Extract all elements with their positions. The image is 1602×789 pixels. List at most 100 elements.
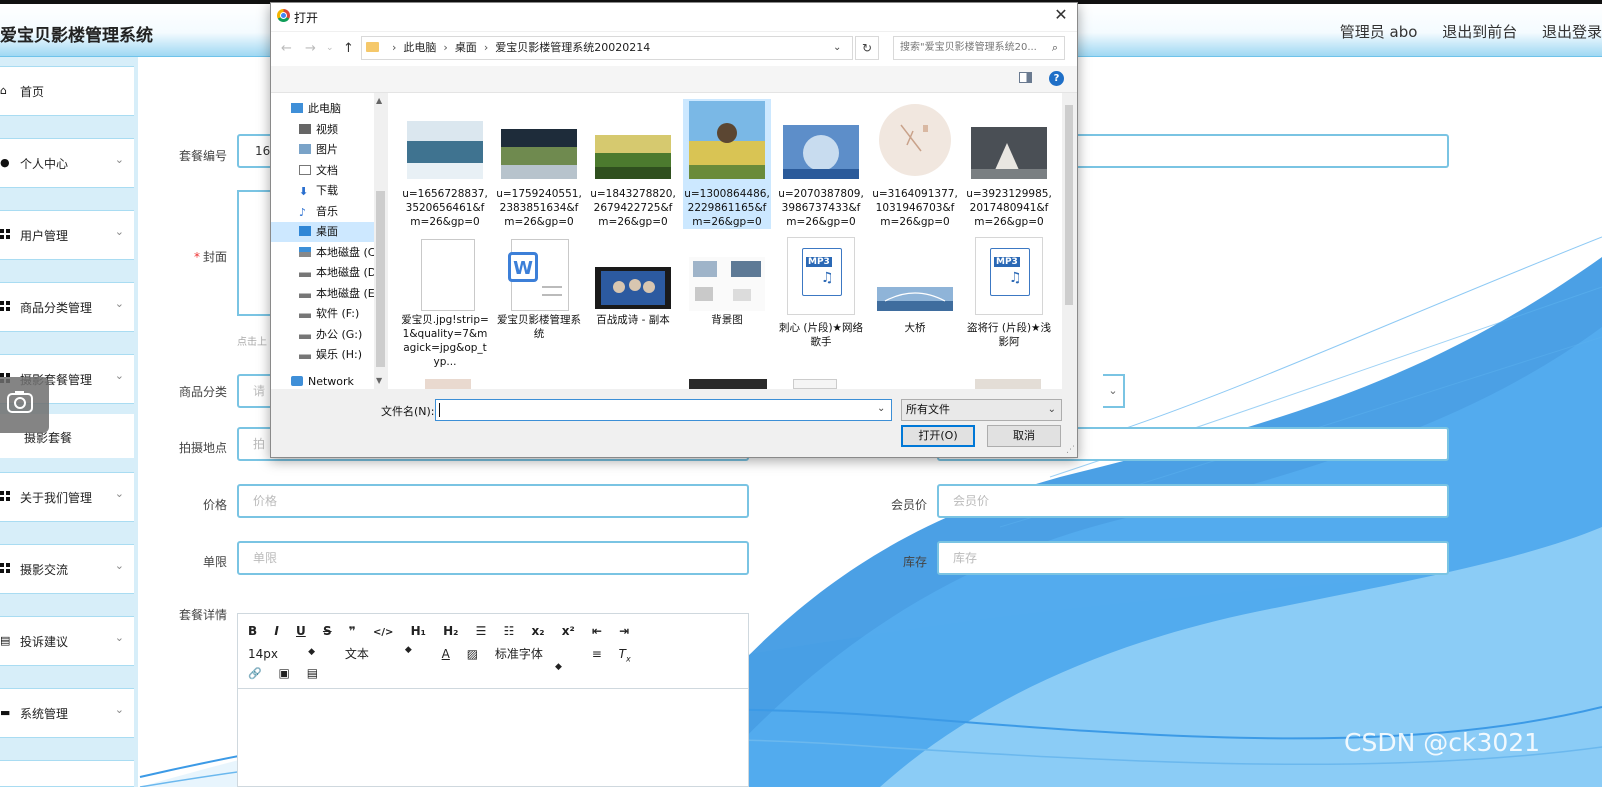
file-tile[interactable]: u=1843278820,2679422725&fm=26&gp=0 <box>589 99 677 229</box>
address-dropdown-icon[interactable]: ⌄ <box>833 42 841 53</box>
filename-dropdown-icon[interactable]: ⌄ <box>877 403 885 414</box>
h1-button[interactable]: H₁ <box>411 624 426 638</box>
cancel-button[interactable]: 取消 <box>987 425 1061 447</box>
strike-button[interactable]: S <box>323 624 332 638</box>
video-icon[interactable]: ▤ <box>307 666 318 680</box>
tree-item-disk-g[interactable]: 办公 (G:) <box>299 325 374 345</box>
subscript-button[interactable]: x₂ <box>532 624 545 638</box>
address-bar[interactable]: › 此电脑 › 桌面 › 爱宝贝影楼管理系统20020214 <box>361 36 853 60</box>
member-price-input[interactable]: 会员价 <box>937 484 1449 518</box>
file-tile-selected[interactable]: u=1300864486,2229861165&fm=26&gp=0 <box>683 99 771 229</box>
tree-item-disk-h[interactable]: 娱乐 (H:) <box>299 345 374 365</box>
file-tile-partial[interactable] <box>793 379 837 389</box>
sidebar-item-photo-exchange[interactable]: 摄影交流 ⌄ <box>0 544 134 594</box>
sidebar-item-complaints[interactable]: ▤ 投诉建议 ⌄ <box>0 616 134 666</box>
bold-button[interactable]: B <box>248 624 257 638</box>
price-input[interactable]: 价格 <box>237 484 749 518</box>
tree-item-network[interactable]: Network <box>291 372 366 389</box>
screenshot-camera-button[interactable] <box>0 377 49 433</box>
sidebar-item-home[interactable]: ⌂ 首页 <box>0 66 134 116</box>
file-tile[interactable]: u=1759240551,2383851634&fm=26&gp=0 <box>495 99 583 229</box>
breadcrumb-desktop[interactable]: 桌面 <box>455 41 477 54</box>
align-button[interactable]: ≡ <box>592 647 602 661</box>
italic-button[interactable]: I <box>274 624 278 638</box>
file-tile[interactable]: MP3 ♫ 刺心 (片段)★网络歌手 <box>777 233 865 363</box>
package-no-input[interactable]: 16 <box>237 134 273 168</box>
font-size-select[interactable]: 14px ◆ <box>248 647 328 661</box>
outdent-button[interactable]: ⇤ <box>592 624 602 638</box>
tree-item-videos[interactable]: 视频 <box>299 120 374 140</box>
tree-item-pictures[interactable]: 图片 <box>299 140 374 160</box>
tree-item-downloads[interactable]: ⬇ 下载 <box>299 181 374 201</box>
logout-link[interactable]: 退出登录 <box>1542 23 1602 41</box>
file-grid-scrollbar[interactable] <box>1062 93 1076 389</box>
quote-button[interactable]: ❞ <box>349 624 356 638</box>
file-tile-partial[interactable] <box>689 379 767 389</box>
font-color-button[interactable]: A <box>442 647 450 661</box>
text-style-select[interactable]: 文本 ◆ <box>345 645 425 662</box>
stock-input[interactable]: 库存 <box>937 541 1449 575</box>
back-arrow-icon[interactable]: ← <box>281 41 292 56</box>
background-color-button[interactable]: ▨ <box>467 647 478 661</box>
chevron-down-icon[interactable]: ⌄ <box>1103 374 1125 408</box>
sidebar-item-category-management[interactable]: 商品分类管理 ⌄ <box>0 282 134 332</box>
tree-item-desktop[interactable]: 桌面 <box>271 222 374 242</box>
file-tile[interactable]: 爱宝贝.jpg!strip=1&quality=7&magick=jpg&op_… <box>401 233 489 389</box>
sidebar-item-personal-center[interactable]: ● 个人中心 ⌄ <box>0 138 134 188</box>
font-family-select[interactable]: 标准字体 ◆ <box>495 645 575 672</box>
help-icon[interactable]: ? <box>1049 71 1064 86</box>
sidebar-item-system-management[interactable]: ▬ 系统管理 ⌄ <box>0 688 134 738</box>
file-tile[interactable]: u=2070387809,3986737433&fm=26&gp=0 <box>777 99 865 229</box>
editor-content-area[interactable] <box>238 688 748 789</box>
ordered-list-button[interactable]: ☰ <box>476 624 487 638</box>
forward-arrow-icon[interactable]: → <box>305 41 316 56</box>
breadcrumb-project-folder[interactable]: 爱宝贝影楼管理系统20020214 <box>495 41 650 54</box>
file-tile-partial[interactable] <box>975 379 1041 389</box>
open-button[interactable]: 打开(O) <box>901 425 975 447</box>
underline-button[interactable]: U <box>296 624 306 638</box>
file-tile[interactable]: 百战成诗 - 副本 <box>589 233 677 363</box>
superscript-button[interactable]: x² <box>562 624 575 638</box>
file-tile[interactable]: u=1656728837,3520656461&fm=26&gp=0 <box>401 99 489 229</box>
right-top-input[interactable] <box>1075 134 1449 168</box>
filename-input[interactable] <box>435 399 892 421</box>
file-tile-partial[interactable] <box>425 379 471 389</box>
dialog-search-input[interactable]: 搜索"爱宝贝影楼管理系统20... ⌕ <box>893 36 1065 60</box>
tree-item-disk-d[interactable]: 本地磁盘 (D: <box>299 263 374 283</box>
file-tile[interactable]: 背景图 <box>683 233 771 363</box>
file-tile[interactable]: W 爱宝贝影楼管理系统 <box>495 233 583 363</box>
recent-chevron-icon[interactable]: ⌄ <box>326 43 334 53</box>
breadcrumb-this-pc[interactable]: 此电脑 <box>403 41 436 54</box>
preview-pane-icon[interactable] <box>1019 72 1032 83</box>
tree-item-disk-f[interactable]: 软件 (F:) <box>299 304 374 324</box>
tree-scrollbar[interactable]: ▲ ▼ <box>374 93 387 389</box>
sidebar-item-more[interactable] <box>0 760 134 787</box>
exit-to-front-link[interactable]: 退出到前台 <box>1442 23 1517 41</box>
limit-input[interactable]: 单限 <box>237 541 749 575</box>
code-button[interactable]: </> <box>373 627 393 638</box>
tree-item-this-pc[interactable]: 此电脑 <box>291 99 366 119</box>
category-select[interactable]: 请 <box>237 374 273 408</box>
up-arrow-icon[interactable]: ↑ <box>343 41 354 56</box>
file-tile[interactable]: 大桥 <box>871 233 959 363</box>
indent-button[interactable]: ⇥ <box>619 624 629 638</box>
tree-item-disk-c[interactable]: 本地磁盘 (C: <box>299 243 374 263</box>
file-tile[interactable]: MP3 ♫ 盗将行 (片段)★浅影阿 <box>965 233 1053 363</box>
sidebar-item-about-management[interactable]: 关于我们管理 ⌄ <box>0 472 134 522</box>
file-tile[interactable]: u=3164091377,1031946703&fm=26&gp=0 <box>871 99 959 229</box>
tree-scrollbar-thumb[interactable] <box>376 191 385 367</box>
sidebar-item-user-management[interactable]: 用户管理 ⌄ <box>0 210 134 260</box>
refresh-icon[interactable]: ↻ <box>855 36 879 60</box>
close-icon[interactable]: ✕ <box>1051 5 1071 24</box>
file-grid-scrollbar-thumb[interactable] <box>1065 105 1073 305</box>
clear-format-button[interactable]: Tx <box>619 647 631 663</box>
tree-item-documents[interactable]: 文档 <box>299 161 374 181</box>
cover-upload-box[interactable] <box>237 190 273 316</box>
bullet-list-button[interactable]: ☷ <box>504 624 515 638</box>
link-icon[interactable]: 🔗 <box>248 667 262 680</box>
tree-item-music[interactable]: ♪ 音乐 <box>299 202 374 222</box>
image-icon[interactable]: ▣ <box>279 666 290 680</box>
h2-button[interactable]: H₂ <box>443 624 458 638</box>
tree-item-disk-e[interactable]: 本地磁盘 (E: <box>299 284 374 304</box>
filetype-select[interactable]: 所有文件 ⌄ <box>901 399 1062 421</box>
